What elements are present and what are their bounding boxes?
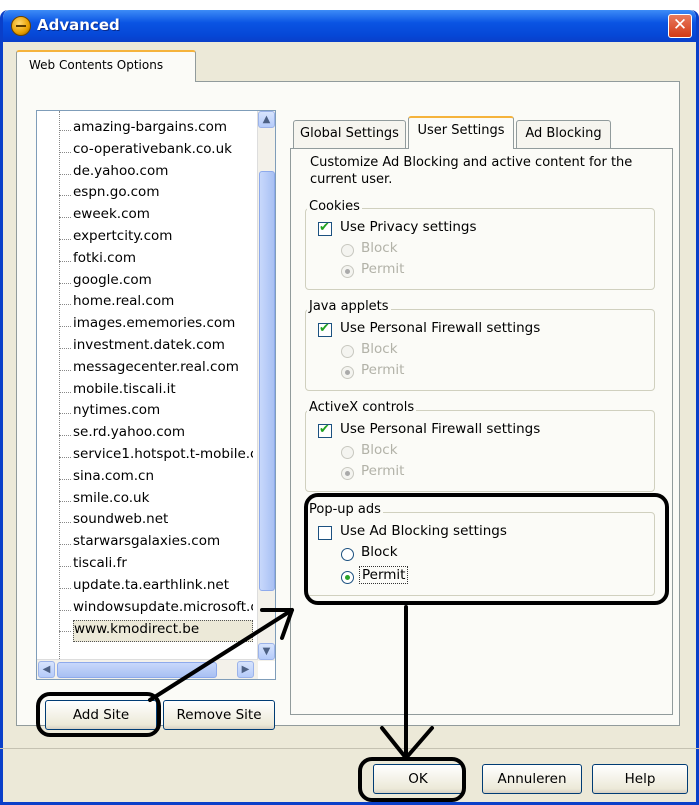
tree-connector <box>59 631 71 633</box>
tree-connector <box>59 391 71 393</box>
tree-connector <box>59 195 71 197</box>
activex-permit-radio[interactable] <box>341 467 354 480</box>
footer-separator <box>0 748 699 749</box>
scroll-up-button[interactable]: ▲ <box>258 111 275 128</box>
tree-connector <box>59 217 71 219</box>
horizontal-scroll-thumb[interactable] <box>57 662 217 678</box>
site-list-item[interactable]: www.kmodirect.be <box>73 620 253 643</box>
java-use-firewall-checkbox[interactable] <box>318 321 332 337</box>
java-applets-group-label: Java applets <box>307 299 391 314</box>
activex-group-label: ActiveX controls <box>307 400 417 415</box>
tree-connector <box>59 478 71 480</box>
java-permit-radio[interactable] <box>341 366 354 379</box>
tab-web-contents-options[interactable]: Web Contents Options <box>16 50 196 82</box>
tree-connector <box>59 348 71 349</box>
cancel-button[interactable]: Annuleren <box>482 764 582 794</box>
tree-connector <box>59 609 71 611</box>
site-list-item[interactable]: smile.co.uk <box>73 490 253 512</box>
activex-use-firewall-label: Use Personal Firewall settings <box>340 421 541 437</box>
tree-connector <box>59 130 71 131</box>
tree-connector <box>59 522 71 524</box>
cookies-use-privacy-label: Use Privacy settings <box>340 219 477 235</box>
tab-user-settings[interactable]: User Settings <box>408 116 514 149</box>
site-list-item[interactable]: home.real.com <box>73 293 253 315</box>
horizontal-scrollbar[interactable]: ◀ ▶ <box>37 659 258 679</box>
scroll-left-button[interactable]: ◀ <box>38 661 55 678</box>
site-list-item[interactable]: soundweb.net <box>73 511 253 533</box>
window-title: Advanced <box>37 16 120 34</box>
site-list-item[interactable]: service1.hotspot.t-mobile.cc <box>73 446 253 468</box>
activex-use-firewall-checkbox[interactable] <box>318 422 332 438</box>
vertical-scroll-thumb[interactable] <box>259 171 275 591</box>
panel-description: Customize Ad Blocking and active content… <box>310 155 633 187</box>
site-list-item[interactable]: fotki.com <box>73 250 253 272</box>
site-list[interactable]: amazing-bargains.com co-operativebank.co.… <box>36 110 276 680</box>
tree-line <box>59 111 60 661</box>
cookies-permit-radio[interactable] <box>341 265 354 278</box>
tab-global-settings[interactable]: Global Settings <box>293 120 406 148</box>
cookies-use-privacy-checkbox[interactable] <box>318 220 332 236</box>
tree-connector <box>59 500 71 502</box>
tree-connector <box>59 282 71 284</box>
site-list-item[interactable]: google.com <box>73 272 253 294</box>
tree-connector <box>59 260 71 262</box>
cookies-block-label: Block <box>361 240 398 256</box>
site-list-item[interactable]: starwarsgalaxies.com <box>73 533 253 555</box>
java-block-label: Block <box>361 341 398 357</box>
site-list-item[interactable]: messagecenter.real.com <box>73 359 253 381</box>
site-list-item[interactable]: windowsupdate.microsoft.c <box>73 599 253 621</box>
activex-permit-label: Permit <box>361 463 405 479</box>
tree-connector <box>59 413 71 415</box>
popup-ads-highlight <box>304 493 669 605</box>
site-list-item[interactable]: espn.go.com <box>73 184 253 206</box>
tree-connector <box>59 587 71 589</box>
tree-connector <box>59 326 71 328</box>
tree-connector <box>59 369 71 371</box>
vertical-scrollbar[interactable]: ▲ ▼ <box>257 111 275 661</box>
tree-connector <box>59 435 71 437</box>
site-list-item[interactable]: images.ememories.com <box>73 315 253 337</box>
site-list-item[interactable]: de.yahoo.com <box>73 163 253 185</box>
cookies-group-label: Cookies <box>307 199 362 214</box>
site-list-item[interactable]: nytimes.com <box>73 402 253 424</box>
tree-connector <box>59 457 71 458</box>
site-list-item[interactable]: eweek.com <box>73 206 253 228</box>
title-bar[interactable]: Advanced ✕ <box>3 10 696 42</box>
site-list-item[interactable]: investment.datek.com <box>73 337 253 359</box>
tree-connector <box>59 544 71 546</box>
site-list-item[interactable]: mobile.tiscali.it <box>73 381 253 403</box>
tab-ad-blocking[interactable]: Ad Blocking <box>516 120 611 148</box>
close-button[interactable]: ✕ <box>668 14 692 38</box>
ok-highlight <box>358 757 466 802</box>
scroll-right-button[interactable]: ▶ <box>237 661 254 678</box>
site-list-item[interactable]: tiscali.fr <box>73 555 253 577</box>
site-list-item[interactable]: amazing-bargains.com <box>73 119 253 141</box>
tree-connector <box>59 304 71 306</box>
scroll-down-button[interactable]: ▼ <box>258 643 275 660</box>
site-list-item[interactable]: co-operativebank.co.uk <box>73 141 253 163</box>
tree-connector <box>59 173 71 175</box>
site-list-item[interactable]: se.rd.yahoo.com <box>73 424 253 446</box>
site-list-item[interactable]: expertcity.com <box>73 228 253 250</box>
remove-site-button[interactable]: Remove Site <box>163 700 275 730</box>
add-site-highlight <box>36 692 161 737</box>
cookies-block-radio[interactable] <box>341 244 354 257</box>
help-button[interactable]: Help <box>592 764 688 794</box>
tree-connector <box>59 566 71 567</box>
app-icon <box>11 16 31 36</box>
activex-block-radio[interactable] <box>341 446 354 459</box>
tree-connector <box>59 239 71 240</box>
java-block-radio[interactable] <box>341 345 354 358</box>
site-list-item[interactable]: sina.com.cn <box>73 468 253 490</box>
java-permit-label: Permit <box>361 362 405 378</box>
java-use-firewall-label: Use Personal Firewall settings <box>340 320 541 336</box>
tree-connector <box>59 151 71 153</box>
cookies-permit-label: Permit <box>361 261 405 277</box>
activex-block-label: Block <box>361 442 398 458</box>
site-list-item[interactable]: update.ta.earthlink.net <box>73 577 253 599</box>
